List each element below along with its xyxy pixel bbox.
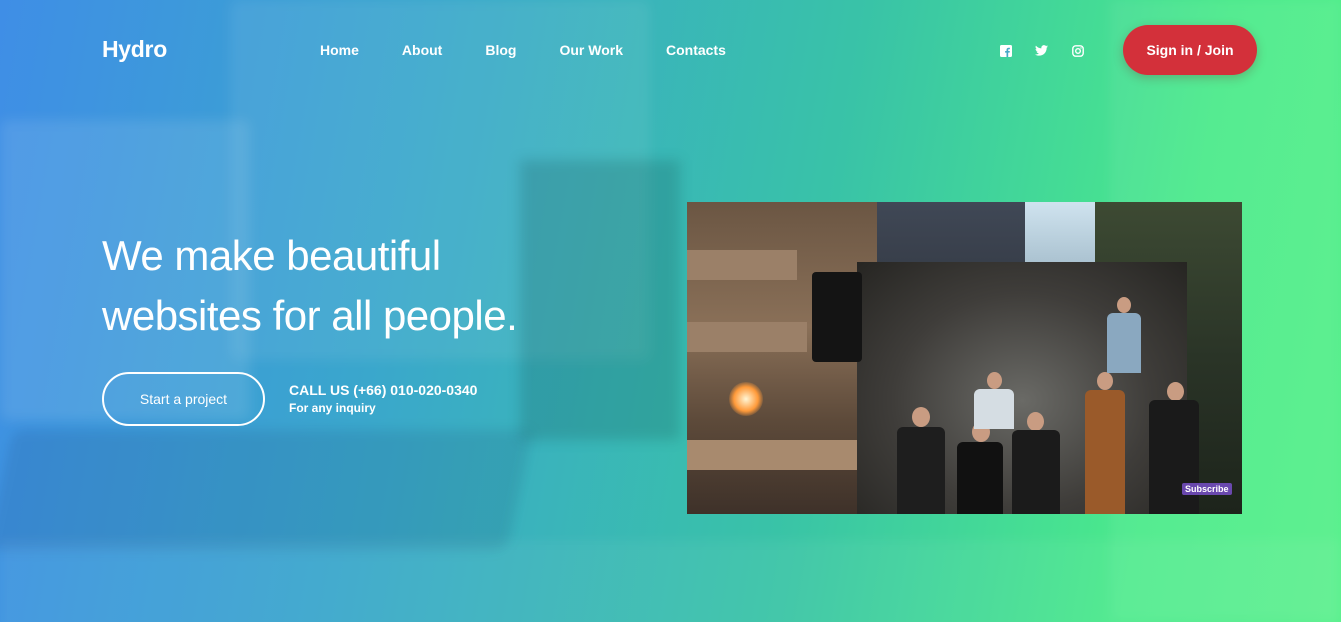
social-links (998, 43, 1085, 58)
video-person (957, 442, 1003, 514)
nav-contacts[interactable]: Contacts (666, 42, 726, 58)
twitter-icon[interactable] (1034, 43, 1049, 58)
nav-home[interactable]: Home (320, 42, 359, 58)
hero-section: Hydro Home About Blog Our Work Contacts (0, 0, 1341, 622)
video-person (1167, 382, 1184, 401)
call-phone[interactable]: CALL US (+66) 010-020-0340 (289, 382, 477, 398)
sign-in-button[interactable]: Sign in / Join (1123, 25, 1257, 75)
video-person (974, 389, 1014, 429)
nav-our-work[interactable]: Our Work (559, 42, 623, 58)
video-player[interactable]: Subscribe (687, 202, 1242, 514)
site-logo[interactable]: Hydro (102, 36, 167, 63)
call-info: CALL US (+66) 010-020-0340 For any inqui… (289, 382, 477, 415)
start-project-button[interactable]: Start a project (102, 372, 265, 426)
video-person (1097, 372, 1113, 390)
headline-line-2: websites for all people. (102, 292, 518, 339)
video-person (1012, 430, 1060, 514)
nav-blog[interactable]: Blog (485, 42, 516, 58)
video-person (1149, 400, 1199, 514)
headline-line-1: We make beautiful (102, 232, 441, 279)
hero-headline: We make beautiful websites for all peopl… (102, 226, 622, 346)
facebook-icon[interactable] (998, 43, 1013, 58)
main-nav: Home About Blog Our Work Contacts (320, 42, 769, 58)
video-scene-plank (687, 250, 797, 280)
video-person (897, 427, 945, 514)
video-scene-speaker (812, 272, 862, 362)
video-person (1027, 412, 1044, 431)
video-person (912, 407, 930, 427)
video-scene-plank (687, 440, 877, 470)
video-scene-plank (687, 322, 807, 352)
video-person (987, 372, 1002, 389)
background-desk (0, 540, 1341, 622)
video-person (1117, 297, 1131, 313)
call-subtext: For any inquiry (289, 401, 376, 415)
subscribe-badge[interactable]: Subscribe (1182, 483, 1232, 495)
nav-about[interactable]: About (402, 42, 442, 58)
video-person (1107, 313, 1141, 373)
background-keyboard (0, 430, 533, 550)
video-scene-light (729, 382, 763, 416)
instagram-icon[interactable] (1070, 43, 1085, 58)
video-person (1085, 390, 1125, 514)
